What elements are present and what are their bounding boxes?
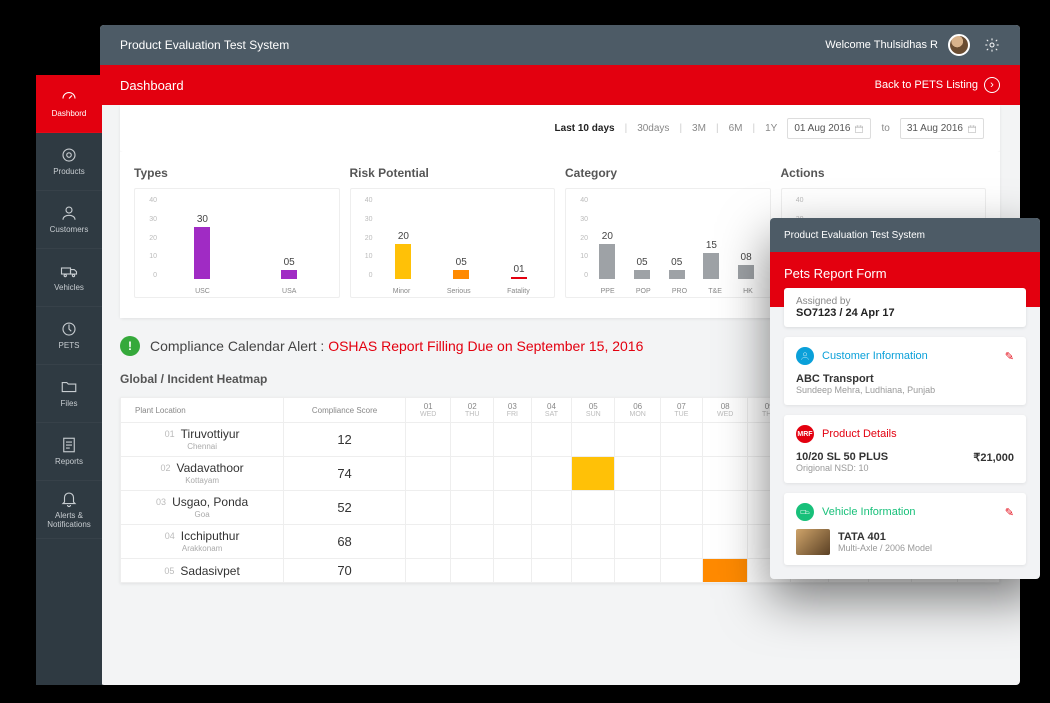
edit-icon[interactable]: ✎: [1005, 350, 1014, 363]
panel-app-title: Product Evaluation Test System: [770, 218, 1040, 252]
vehicle-info-card: Vehicle Information ✎ TATA 401 Multi-Axl…: [784, 493, 1026, 565]
topbar: Product Evaluation Test System Welcome T…: [100, 25, 1020, 65]
chevron-right-icon: ›: [984, 77, 1000, 93]
truck-icon: [796, 503, 814, 521]
chart-category: Category4030201002005051508PPEPOPPROT&EH…: [565, 166, 771, 298]
gear-icon[interactable]: [984, 37, 1000, 53]
chart-types: Types4030201003005USCUSA: [134, 166, 340, 298]
user-icon: [60, 204, 78, 222]
truck-icon: [60, 262, 78, 280]
date-range-strip: Last 10 days | 30days | 3M | 6M | 1Y 01 …: [120, 105, 1000, 153]
calendar-icon: [967, 124, 977, 134]
report-form-panel: Product Evaluation Test System Pets Repo…: [770, 218, 1040, 579]
range-3m[interactable]: 3M: [692, 123, 706, 134]
sidebar-item-vehicles[interactable]: Vehicles: [36, 249, 102, 307]
bell-icon: [60, 490, 78, 508]
tire-icon: [60, 146, 78, 164]
avatar[interactable]: [948, 34, 970, 56]
customer-info-card: Customer Information ✎ ABC Transport Sun…: [784, 337, 1026, 405]
report-icon: [60, 436, 78, 454]
sidebar-item-products[interactable]: Products: [36, 133, 102, 191]
page-title: Dashboard: [120, 78, 875, 93]
range-last-10-days[interactable]: Last 10 days: [555, 123, 615, 134]
alert-icon: !: [120, 336, 140, 356]
heatmap-title: Global / Incident Heatmap: [120, 372, 267, 386]
pets-icon: [60, 320, 78, 338]
panel-header: Pets Report Form Assigned by SO7123 / 24…: [770, 252, 1040, 307]
page-header: Dashboard Back to PETS Listing ›: [100, 65, 1020, 105]
sidebar-item-pets[interactable]: PETS: [36, 307, 102, 365]
range-1y[interactable]: 1Y: [765, 123, 777, 134]
user-icon: [796, 347, 814, 365]
range-6m[interactable]: 6M: [729, 123, 743, 134]
date-from-input[interactable]: 01 Aug 2016: [787, 118, 871, 139]
range-30days[interactable]: 30days: [637, 123, 669, 134]
sidebar-item-reports[interactable]: Reports: [36, 423, 102, 481]
brand-icon: MRF: [796, 425, 814, 443]
product-details-card: MRF Product Details 10/20 SL 50 PLUS₹21,…: [784, 415, 1026, 483]
assigned-by-box: Assigned by SO7123 / 24 Apr 17: [784, 288, 1026, 327]
calendar-icon: [854, 124, 864, 134]
sidebar-item-files[interactable]: Files: [36, 365, 102, 423]
chart-risk-potential: Risk Potential403020100200501MinorSeriou…: [350, 166, 556, 298]
welcome-text: Welcome Thulsidhas R: [825, 39, 938, 51]
date-to-input[interactable]: 31 Aug 2016: [900, 118, 984, 139]
folder-icon: [60, 378, 78, 396]
sidebar-item-alerts-notifications[interactable]: Alerts & Notifications: [36, 481, 102, 539]
sidebar-item-customers[interactable]: Customers: [36, 191, 102, 249]
edit-icon[interactable]: ✎: [1005, 506, 1014, 519]
sidebar-item-dashbord[interactable]: Dashbord: [36, 75, 102, 133]
vehicle-thumbnail: [796, 529, 830, 555]
back-to-listing-link[interactable]: Back to PETS Listing ›: [875, 77, 1000, 93]
gauge-icon: [60, 88, 78, 106]
sidebar: DashbordProductsCustomersVehiclesPETSFil…: [36, 75, 102, 685]
app-title: Product Evaluation Test System: [120, 38, 825, 52]
